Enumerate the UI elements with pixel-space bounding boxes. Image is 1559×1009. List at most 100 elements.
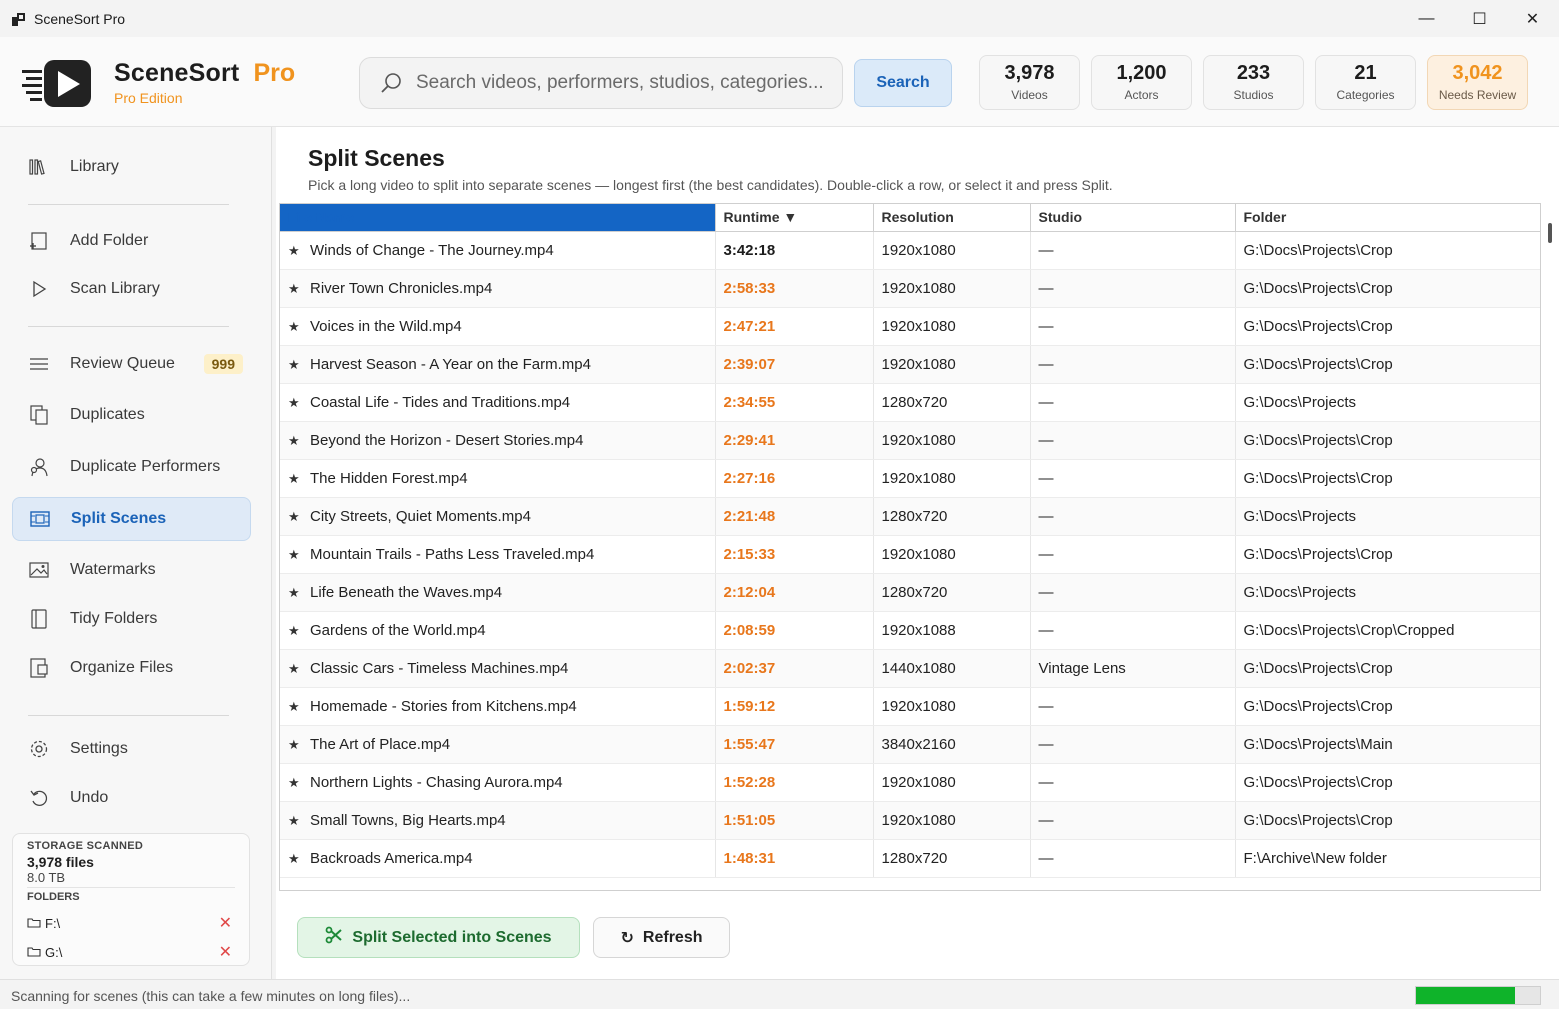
table-row[interactable]: ★ Beyond the Horizon - Desert Stories.mp4…: [280, 421, 1540, 460]
sidebar-item-duplicates[interactable]: Duplicates: [12, 393, 251, 437]
cell-folder: G:\Docs\Projects\Crop: [1235, 649, 1540, 688]
file-name-text: Gardens of the World.mp4: [310, 621, 486, 639]
star-icon[interactable]: ★: [288, 357, 302, 373]
table-row[interactable]: ★ Small Towns, Big Hearts.mp4 1:51:05 1920x…: [280, 801, 1540, 840]
cell-runtime: 2:29:41: [715, 421, 874, 460]
sidebar-item-watermarks[interactable]: Watermarks: [12, 548, 251, 592]
storage-files: 3,978 files: [27, 854, 94, 870]
library-icon: [28, 156, 50, 178]
page-title: Split Scenes: [308, 145, 445, 171]
sidebar-item-library[interactable]: Library: [12, 145, 251, 189]
star-icon[interactable]: ★: [288, 281, 302, 297]
cell-runtime: 1:52:28: [715, 763, 874, 802]
table-row[interactable]: ★ City Streets, Quiet Moments.mp4 2:21:48 1…: [280, 497, 1540, 536]
table-row[interactable]: ★ The Art of Place.mp4 1:55:47 3840x2160— G:…: [280, 725, 1540, 764]
scenes-table[interactable]: File Name Runtime ▼ Resolution Studio Fo…: [279, 203, 1541, 891]
refresh-button[interactable]: ↻ Refresh: [593, 917, 730, 958]
storage-header: STORAGE SCANNED: [27, 840, 144, 852]
gear-icon: [28, 738, 50, 760]
remove-folder-icon[interactable]: ✕: [219, 913, 232, 933]
star-icon[interactable]: ★: [288, 737, 302, 753]
folder-path: G:\: [45, 944, 63, 960]
star-icon[interactable]: ★: [288, 699, 302, 715]
cell-runtime: 2:34:55: [715, 383, 874, 422]
star-icon[interactable]: ★: [288, 547, 302, 563]
star-icon[interactable]: ★: [288, 243, 302, 259]
sidebar-item-tidy-folders[interactable]: Tidy Folders: [12, 597, 251, 641]
cell-folder: G:\Docs\Projects\Main: [1235, 725, 1540, 764]
search-box[interactable]: [359, 57, 843, 109]
file-name-text: Coastal Life - Tides and Traditions.mp4: [310, 393, 571, 411]
table-row[interactable]: ★ Classic Cars - Timeless Machines.mp4 2:0…: [280, 649, 1540, 688]
table-row[interactable]: ★ Backroads America.mp4 1:48:31 1280x720— F:…: [280, 839, 1540, 878]
star-icon[interactable]: ★: [288, 509, 302, 525]
folder-row[interactable]: G:\ ✕: [27, 940, 232, 964]
cell-runtime: 2:15:33: [715, 535, 874, 574]
cell-studio: —: [1030, 687, 1236, 726]
remove-folder-icon[interactable]: ✕: [219, 942, 232, 962]
table-row[interactable]: ★ Winds of Change - The Journey.mp4 3:42:1…: [280, 231, 1540, 270]
column-header-folder[interactable]: Folder: [1235, 204, 1540, 232]
table-row[interactable]: ★ Mountain Trails - Paths Less Traveled.m…: [280, 535, 1540, 574]
star-icon[interactable]: ★: [288, 585, 302, 601]
table-scrollbar[interactable]: [1548, 223, 1552, 243]
sidebar-item-settings[interactable]: Settings: [12, 727, 251, 771]
cell-folder: G:\Docs\Projects\Crop: [1235, 801, 1540, 840]
search-input[interactable]: [416, 72, 836, 94]
table-row[interactable]: ★ The Hidden Forest.mp4 2:27:16 1920x1080— G…: [280, 459, 1540, 498]
star-icon[interactable]: ★: [288, 395, 302, 411]
maximize-button[interactable]: ☐: [1453, 0, 1506, 37]
star-icon[interactable]: ★: [288, 851, 302, 867]
sidebar-item-label: Settings: [70, 740, 128, 757]
sidebar-item-scan-library[interactable]: Scan Library: [12, 267, 251, 311]
sidebar-divider: [28, 326, 229, 327]
table-row[interactable]: ★ Gardens of the World.mp4 2:08:59 1920x108…: [280, 611, 1540, 650]
stat-value: 3,978: [1004, 62, 1055, 84]
column-header-studio[interactable]: Studio: [1030, 204, 1236, 232]
split-selected-button[interactable]: Split Selected into Scenes: [297, 917, 580, 958]
sidebar-item-review-queue[interactable]: Review Queue 999: [12, 342, 251, 386]
star-icon[interactable]: ★: [288, 319, 302, 335]
sidebar-item-split-scenes[interactable]: Split Scenes: [12, 497, 251, 541]
cell-studio: —: [1030, 383, 1236, 422]
sidebar-item-label: Undo: [70, 789, 109, 806]
cell-folder: G:\Docs\Projects\Crop: [1235, 459, 1540, 498]
star-icon[interactable]: ★: [288, 813, 302, 829]
cell-studio: —: [1030, 307, 1236, 346]
cell-file-name: ★ Mountain Trails - Paths Less Traveled.m…: [280, 535, 716, 574]
sidebar-item-add-folder[interactable]: Add Folder: [12, 219, 251, 263]
table-row[interactable]: ★ Northern Lights - Chasing Aurora.mp4 1:5…: [280, 763, 1540, 802]
column-header-file-name[interactable]: File Name: [280, 204, 716, 232]
file-name-text: Classic Cars - Timeless Machines.mp4: [310, 659, 569, 677]
table-row[interactable]: ★ Voices in the Wild.mp4 2:47:21 1920x1080—…: [280, 307, 1540, 346]
table-row[interactable]: ★ River Town Chronicles.mp4 2:58:33 1920x10…: [280, 269, 1540, 308]
close-button[interactable]: ✕: [1506, 0, 1559, 37]
table-row[interactable]: ★ Coastal Life - Tides and Traditions.mp4…: [280, 383, 1540, 422]
stat-value: 233: [1236, 62, 1271, 84]
sidebar-item-duplicate-performers[interactable]: Duplicate Performers: [12, 445, 251, 489]
star-icon[interactable]: ★: [288, 471, 302, 487]
search-button[interactable]: Search: [854, 59, 952, 107]
column-header-resolution[interactable]: Resolution: [873, 204, 1031, 232]
cell-resolution: 1920x1080: [873, 231, 1031, 270]
star-icon[interactable]: ★: [288, 623, 302, 639]
film-icon: [29, 508, 51, 530]
star-icon[interactable]: ★: [288, 433, 302, 449]
folder-icon: [27, 945, 41, 960]
cell-file-name: ★ Classic Cars - Timeless Machines.mp4: [280, 649, 716, 688]
sidebar-item-undo[interactable]: Undo: [12, 776, 251, 820]
file-name-text: Homemade - Stories from Kitchens.mp4: [310, 697, 577, 715]
star-icon[interactable]: ★: [288, 775, 302, 791]
table-row[interactable]: ★ Life Beneath the Waves.mp4 2:12:04 1280x7…: [280, 573, 1540, 612]
brand-name: SceneSort: [114, 59, 240, 87]
refresh-icon: ↻: [620, 929, 634, 947]
table-row[interactable]: ★ Harvest Season - A Year on the Farm.mp4…: [280, 345, 1540, 384]
folder-row[interactable]: F:\ ✕: [27, 911, 232, 935]
table-row[interactable]: ★ Homemade - Stories from Kitchens.mp4 1:5…: [280, 687, 1540, 726]
cell-file-name: ★ Coastal Life - Tides and Traditions.mp4: [280, 383, 716, 422]
star-icon[interactable]: ★: [288, 661, 302, 677]
minimize-button[interactable]: —: [1400, 0, 1453, 37]
sidebar-item-organize-files[interactable]: Organize Files: [12, 646, 251, 690]
stat-needs-review[interactable]: 3,042 Needs Review: [1427, 55, 1528, 110]
column-header-runtime[interactable]: Runtime ▼: [715, 204, 874, 232]
